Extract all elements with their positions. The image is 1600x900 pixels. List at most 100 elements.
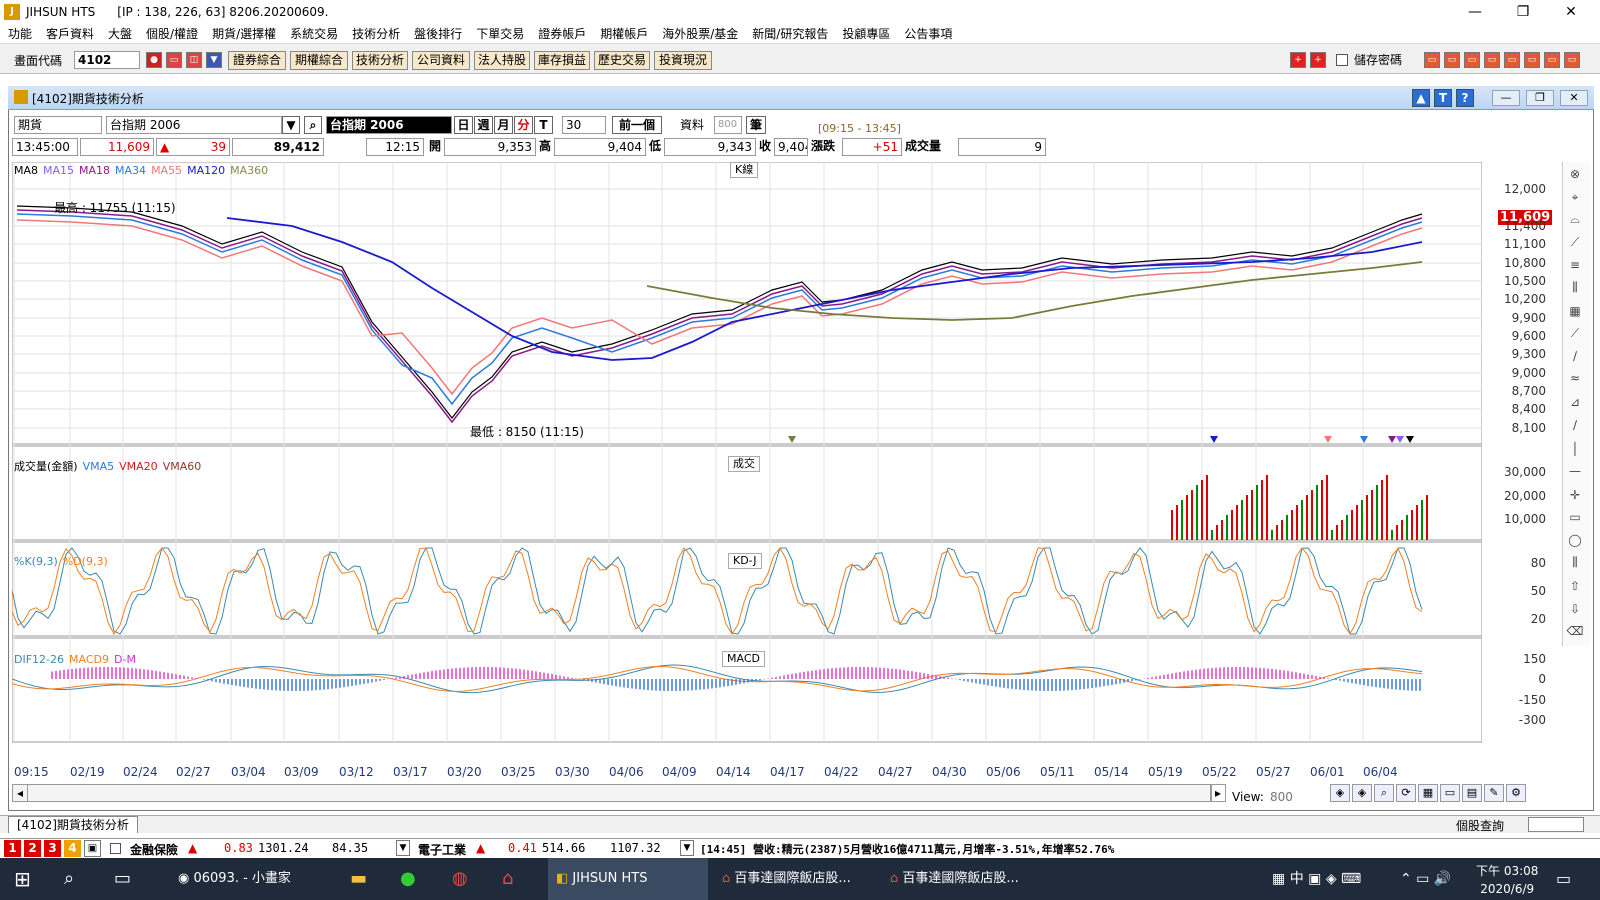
alert-icon[interactable]: + bbox=[1290, 52, 1306, 68]
stock-query-input[interactable] bbox=[1528, 817, 1584, 832]
toolbar-button-3[interactable]: 公司資料 bbox=[412, 51, 470, 70]
draw-tool-icon-13[interactable]: — bbox=[1566, 462, 1584, 480]
taskbar-app-hotel2[interactable]: ⌂ 百事達國際飯店股... bbox=[890, 858, 1019, 900]
tool-icon-2[interactable]: ▭ bbox=[1464, 52, 1480, 68]
text-icon[interactable]: T bbox=[1434, 89, 1452, 107]
toolbar-button-4[interactable]: 法人持股 bbox=[474, 51, 530, 70]
zoom-icon[interactable]: ⌕ bbox=[304, 116, 322, 134]
tray-icons[interactable]: ▦ 中 ▣ ◈ ⌨ bbox=[1272, 858, 1361, 900]
draw-tool-icon-8[interactable]: ∕ bbox=[1566, 347, 1584, 365]
print-icon[interactable]: ▭ bbox=[166, 52, 182, 68]
tool-icon-1[interactable]: ▭ bbox=[1444, 52, 1460, 68]
menu-item-5[interactable]: 系統交易 bbox=[290, 25, 338, 42]
draw-tool-icon-2[interactable]: ⌓ bbox=[1566, 210, 1584, 228]
minimize-button[interactable]: — bbox=[1452, 0, 1498, 24]
period-value-select[interactable]: 30 bbox=[562, 116, 606, 134]
draw-tool-icon-10[interactable]: ⊿ bbox=[1566, 393, 1584, 411]
menu-item-6[interactable]: 技術分析 bbox=[352, 25, 400, 42]
menu-item-3[interactable]: 個股/權證 bbox=[146, 25, 198, 42]
draw-tool-icon-15[interactable]: ▭ bbox=[1566, 508, 1584, 526]
clock[interactable]: 下午 03:08 2020/6/9 bbox=[1476, 862, 1538, 896]
bottom-tool-icon-3[interactable]: ⟳ bbox=[1396, 784, 1416, 802]
tool-icon-6[interactable]: ▭ bbox=[1544, 52, 1560, 68]
home-app-icon[interactable]: ⌂ bbox=[502, 858, 513, 900]
tool-icon-5[interactable]: ▭ bbox=[1524, 52, 1540, 68]
scroll-right-icon[interactable]: ▸ bbox=[1210, 784, 1226, 802]
symbol-select[interactable]: 台指期 2006 bbox=[106, 116, 282, 134]
period-button-2[interactable]: 月 bbox=[494, 116, 513, 134]
chrome-icon[interactable]: ◍ bbox=[452, 858, 468, 900]
horizontal-scrollbar[interactable] bbox=[12, 784, 1212, 802]
menu-item-4[interactable]: 期貨/選擇權 bbox=[212, 25, 276, 42]
draw-tool-icon-9[interactable]: ≈ bbox=[1566, 369, 1584, 387]
draw-tool-icon-19[interactable]: ⇩ bbox=[1566, 600, 1584, 618]
menu-item-10[interactable]: 期權帳戶 bbox=[600, 25, 648, 42]
menu-item-2[interactable]: 大盤 bbox=[108, 25, 132, 42]
lock-icon[interactable]: ◫ bbox=[186, 52, 202, 68]
ticker-checkbox[interactable] bbox=[110, 843, 121, 854]
win-minimize-button[interactable]: — bbox=[1492, 90, 1520, 106]
bottom-tool-icon-8[interactable]: ⚙ bbox=[1506, 784, 1526, 802]
type-select[interactable]: 期貨 bbox=[14, 116, 102, 134]
period-button-3[interactable]: 分 bbox=[514, 116, 533, 134]
toolbar-button-5[interactable]: 庫存損益 bbox=[534, 51, 590, 70]
menu-item-1[interactable]: 客戶資料 bbox=[46, 25, 94, 42]
windows-start-icon[interactable]: ⊞ bbox=[14, 858, 31, 900]
menu-item-13[interactable]: 投顧專區 bbox=[842, 25, 890, 42]
ticker-num-button-2[interactable]: 3 bbox=[44, 840, 61, 857]
network-volume-icons[interactable]: ⌃ ▭ 🔊 bbox=[1400, 858, 1451, 900]
draw-tool-icon-6[interactable]: ▦ bbox=[1566, 302, 1584, 320]
period-button-4[interactable]: T bbox=[534, 116, 553, 134]
notification-icon[interactable]: ▭ bbox=[1556, 858, 1571, 900]
up-icon[interactable]: ▲ bbox=[1412, 89, 1430, 107]
toolbar-button-6[interactable]: 歷史交易 bbox=[594, 51, 650, 70]
save-password-checkbox[interactable] bbox=[1336, 54, 1348, 66]
draw-tool-icon-20[interactable]: ⌫ bbox=[1566, 622, 1584, 640]
ticker2-dropdown-icon[interactable]: ▼ bbox=[680, 840, 694, 856]
ticker-num-button-1[interactable]: 2 bbox=[24, 840, 41, 857]
alert2-icon[interactable]: + bbox=[1310, 52, 1326, 68]
dropdown-icon[interactable]: ▼ bbox=[206, 52, 222, 68]
draw-tool-icon-0[interactable]: ⊗ bbox=[1566, 165, 1584, 183]
ticker-num-button-3[interactable]: 4 bbox=[64, 840, 81, 857]
bottom-tool-icon-4[interactable]: ▦ bbox=[1418, 784, 1438, 802]
bottom-tool-icon-6[interactable]: ▤ bbox=[1462, 784, 1482, 802]
help-icon[interactable]: ? bbox=[1456, 89, 1474, 107]
period-button-1[interactable]: 週 bbox=[474, 116, 493, 134]
draw-tool-icon-16[interactable]: ◯ bbox=[1566, 531, 1584, 549]
draw-tool-icon-17[interactable]: ⫼ bbox=[1566, 553, 1584, 571]
tool-icon-7[interactable]: ▭ bbox=[1564, 52, 1580, 68]
maximize-button[interactable]: ❐ bbox=[1500, 0, 1546, 24]
bottom-tool-icon-5[interactable]: ▭ bbox=[1440, 784, 1460, 802]
draw-tool-icon-1[interactable]: ⌖ bbox=[1566, 188, 1584, 206]
close-button[interactable]: ✕ bbox=[1548, 0, 1594, 24]
tab-chart[interactable]: [4102]期貨技術分析 bbox=[8, 816, 138, 833]
tool-icon-4[interactable]: ▭ bbox=[1504, 52, 1520, 68]
symbol-dropdown-icon[interactable]: ▼ bbox=[282, 116, 300, 134]
prev-button[interactable]: 前一個 bbox=[612, 116, 662, 134]
toolbar-button-7[interactable]: 投資現況 bbox=[654, 51, 712, 70]
screen-code-input[interactable]: 4102 bbox=[74, 51, 140, 69]
taskbar-app-paint[interactable]: ◉ 06093. - 小畫家 bbox=[178, 858, 291, 900]
toolbar-button-2[interactable]: 技術分析 bbox=[352, 51, 408, 70]
ticker-num-button-0[interactable]: 1 bbox=[4, 840, 21, 857]
line-icon[interactable]: ● bbox=[400, 858, 416, 900]
search-taskbar-icon[interactable]: ⌕ bbox=[64, 858, 74, 900]
draw-tool-icon-14[interactable]: ✛ bbox=[1566, 486, 1584, 504]
menu-item-9[interactable]: 證券帳戶 bbox=[538, 25, 586, 42]
win-restore-button[interactable]: ❐ bbox=[1526, 90, 1554, 106]
draw-tool-icon-18[interactable]: ⇧ bbox=[1566, 577, 1584, 595]
period-button-0[interactable]: 日 bbox=[454, 116, 473, 134]
tool-icon-0[interactable]: ▭ bbox=[1424, 52, 1440, 68]
draw-tool-icon-4[interactable]: ≡ bbox=[1566, 256, 1584, 274]
draw-tool-icon-5[interactable]: ⫼ bbox=[1566, 278, 1584, 296]
scroll-left-icon[interactable]: ◂ bbox=[12, 784, 28, 802]
draw-tool-icon-3[interactable]: ⟋ bbox=[1566, 233, 1584, 251]
bottom-tool-icon-2[interactable]: ⌕ bbox=[1374, 784, 1394, 802]
menu-item-14[interactable]: 公告事項 bbox=[904, 25, 952, 42]
bottom-tool-icon-0[interactable]: ◈ bbox=[1330, 784, 1350, 802]
ticker1-dropdown-icon[interactable]: ▼ bbox=[396, 840, 410, 856]
bottom-tool-icon-7[interactable]: ✎ bbox=[1484, 784, 1504, 802]
draw-tool-icon-7[interactable]: ⟋ bbox=[1566, 324, 1584, 342]
taskbar-app-jihsun[interactable]: ◧ JIHSUN HTS bbox=[548, 858, 708, 900]
